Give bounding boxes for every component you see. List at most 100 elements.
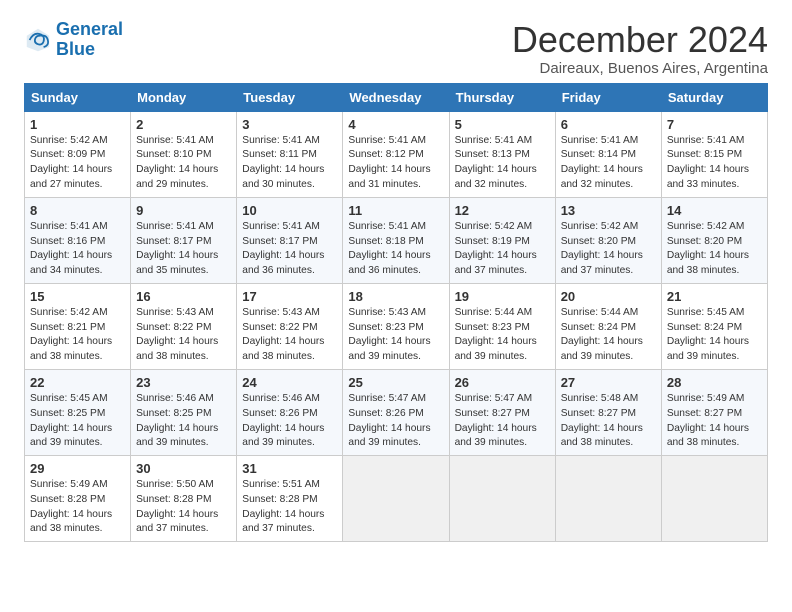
day-detail: Sunrise: 5:44 AMSunset: 8:24 PMDaylight:… [561,307,643,362]
day-detail: Sunrise: 5:41 AMSunset: 8:14 PMDaylight:… [561,135,643,190]
calendar-cell: 8 Sunrise: 5:41 AMSunset: 8:16 PMDayligh… [25,197,131,283]
location: Daireaux, Buenos Aires, Argentina [512,60,768,77]
day-number: 7 [667,117,762,132]
day-detail: Sunrise: 5:47 AMSunset: 8:26 PMDaylight:… [348,393,430,448]
day-number: 18 [348,289,443,304]
day-detail: Sunrise: 5:41 AMSunset: 8:17 PMDaylight:… [242,221,324,276]
day-number: 23 [136,375,231,390]
logo-text: General Blue [56,20,123,60]
calendar-cell [555,456,661,542]
day-detail: Sunrise: 5:41 AMSunset: 8:15 PMDaylight:… [667,135,749,190]
day-detail: Sunrise: 5:42 AMSunset: 8:19 PMDaylight:… [455,221,537,276]
calendar-header-thursday: Thursday [449,83,555,111]
calendar-cell: 16 Sunrise: 5:43 AMSunset: 8:22 PMDaylig… [131,283,237,369]
calendar-cell: 10 Sunrise: 5:41 AMSunset: 8:17 PMDaylig… [237,197,343,283]
day-number: 1 [30,117,125,132]
day-detail: Sunrise: 5:47 AMSunset: 8:27 PMDaylight:… [455,393,537,448]
day-number: 3 [242,117,337,132]
calendar-header-wednesday: Wednesday [343,83,449,111]
day-detail: Sunrise: 5:49 AMSunset: 8:27 PMDaylight:… [667,393,749,448]
day-number: 16 [136,289,231,304]
calendar-cell: 11 Sunrise: 5:41 AMSunset: 8:18 PMDaylig… [343,197,449,283]
calendar-week-5: 29 Sunrise: 5:49 AMSunset: 8:28 PMDaylig… [25,456,768,542]
day-number: 22 [30,375,125,390]
calendar-cell: 7 Sunrise: 5:41 AMSunset: 8:15 PMDayligh… [661,111,767,197]
logo: General Blue [24,20,123,60]
calendar-cell: 28 Sunrise: 5:49 AMSunset: 8:27 PMDaylig… [661,369,767,455]
day-number: 21 [667,289,762,304]
day-detail: Sunrise: 5:43 AMSunset: 8:23 PMDaylight:… [348,307,430,362]
day-number: 12 [455,203,550,218]
day-detail: Sunrise: 5:41 AMSunset: 8:13 PMDaylight:… [455,135,537,190]
day-detail: Sunrise: 5:41 AMSunset: 8:17 PMDaylight:… [136,221,218,276]
calendar-cell: 2 Sunrise: 5:41 AMSunset: 8:10 PMDayligh… [131,111,237,197]
day-detail: Sunrise: 5:41 AMSunset: 8:16 PMDaylight:… [30,221,112,276]
calendar-cell: 31 Sunrise: 5:51 AMSunset: 8:28 PMDaylig… [237,456,343,542]
day-detail: Sunrise: 5:41 AMSunset: 8:10 PMDaylight:… [136,135,218,190]
month-title: December 2024 [512,20,768,60]
day-number: 20 [561,289,656,304]
logo-icon [24,26,52,54]
calendar-cell: 24 Sunrise: 5:46 AMSunset: 8:26 PMDaylig… [237,369,343,455]
day-detail: Sunrise: 5:45 AMSunset: 8:24 PMDaylight:… [667,307,749,362]
day-number: 13 [561,203,656,218]
day-number: 11 [348,203,443,218]
day-number: 6 [561,117,656,132]
day-number: 17 [242,289,337,304]
calendar-cell: 22 Sunrise: 5:45 AMSunset: 8:25 PMDaylig… [25,369,131,455]
day-detail: Sunrise: 5:44 AMSunset: 8:23 PMDaylight:… [455,307,537,362]
day-number: 27 [561,375,656,390]
calendar-cell: 3 Sunrise: 5:41 AMSunset: 8:11 PMDayligh… [237,111,343,197]
day-detail: Sunrise: 5:41 AMSunset: 8:12 PMDaylight:… [348,135,430,190]
calendar-cell: 30 Sunrise: 5:50 AMSunset: 8:28 PMDaylig… [131,456,237,542]
calendar-cell: 14 Sunrise: 5:42 AMSunset: 8:20 PMDaylig… [661,197,767,283]
logo-line1: General [56,19,123,39]
calendar-cell: 25 Sunrise: 5:47 AMSunset: 8:26 PMDaylig… [343,369,449,455]
calendar-header-friday: Friday [555,83,661,111]
day-detail: Sunrise: 5:41 AMSunset: 8:11 PMDaylight:… [242,135,324,190]
calendar-week-4: 22 Sunrise: 5:45 AMSunset: 8:25 PMDaylig… [25,369,768,455]
day-number: 14 [667,203,762,218]
day-detail: Sunrise: 5:42 AMSunset: 8:09 PMDaylight:… [30,135,112,190]
calendar-header-saturday: Saturday [661,83,767,111]
calendar-cell: 6 Sunrise: 5:41 AMSunset: 8:14 PMDayligh… [555,111,661,197]
day-detail: Sunrise: 5:46 AMSunset: 8:25 PMDaylight:… [136,393,218,448]
calendar-cell: 18 Sunrise: 5:43 AMSunset: 8:23 PMDaylig… [343,283,449,369]
day-number: 10 [242,203,337,218]
day-detail: Sunrise: 5:42 AMSunset: 8:20 PMDaylight:… [561,221,643,276]
calendar-cell: 21 Sunrise: 5:45 AMSunset: 8:24 PMDaylig… [661,283,767,369]
day-number: 29 [30,461,125,476]
day-number: 25 [348,375,443,390]
calendar-table: SundayMondayTuesdayWednesdayThursdayFrid… [24,83,768,543]
day-detail: Sunrise: 5:48 AMSunset: 8:27 PMDaylight:… [561,393,643,448]
day-number: 5 [455,117,550,132]
day-number: 31 [242,461,337,476]
day-number: 30 [136,461,231,476]
calendar-header-row: SundayMondayTuesdayWednesdayThursdayFrid… [25,83,768,111]
day-detail: Sunrise: 5:45 AMSunset: 8:25 PMDaylight:… [30,393,112,448]
day-detail: Sunrise: 5:51 AMSunset: 8:28 PMDaylight:… [242,479,324,534]
calendar-cell [449,456,555,542]
calendar-cell: 29 Sunrise: 5:49 AMSunset: 8:28 PMDaylig… [25,456,131,542]
day-number: 15 [30,289,125,304]
calendar-header-sunday: Sunday [25,83,131,111]
calendar-cell: 1 Sunrise: 5:42 AMSunset: 8:09 PMDayligh… [25,111,131,197]
day-number: 8 [30,203,125,218]
calendar-cell: 23 Sunrise: 5:46 AMSunset: 8:25 PMDaylig… [131,369,237,455]
day-number: 26 [455,375,550,390]
calendar-cell: 9 Sunrise: 5:41 AMSunset: 8:17 PMDayligh… [131,197,237,283]
title-block: December 2024 Daireaux, Buenos Aires, Ar… [512,20,768,77]
calendar-cell: 20 Sunrise: 5:44 AMSunset: 8:24 PMDaylig… [555,283,661,369]
calendar-cell: 13 Sunrise: 5:42 AMSunset: 8:20 PMDaylig… [555,197,661,283]
calendar-cell: 5 Sunrise: 5:41 AMSunset: 8:13 PMDayligh… [449,111,555,197]
day-number: 4 [348,117,443,132]
calendar-cell: 4 Sunrise: 5:41 AMSunset: 8:12 PMDayligh… [343,111,449,197]
day-detail: Sunrise: 5:49 AMSunset: 8:28 PMDaylight:… [30,479,112,534]
day-detail: Sunrise: 5:41 AMSunset: 8:18 PMDaylight:… [348,221,430,276]
calendar-week-3: 15 Sunrise: 5:42 AMSunset: 8:21 PMDaylig… [25,283,768,369]
day-number: 28 [667,375,762,390]
day-detail: Sunrise: 5:46 AMSunset: 8:26 PMDaylight:… [242,393,324,448]
day-detail: Sunrise: 5:42 AMSunset: 8:21 PMDaylight:… [30,307,112,362]
logo-line2: Blue [56,40,123,60]
day-number: 24 [242,375,337,390]
